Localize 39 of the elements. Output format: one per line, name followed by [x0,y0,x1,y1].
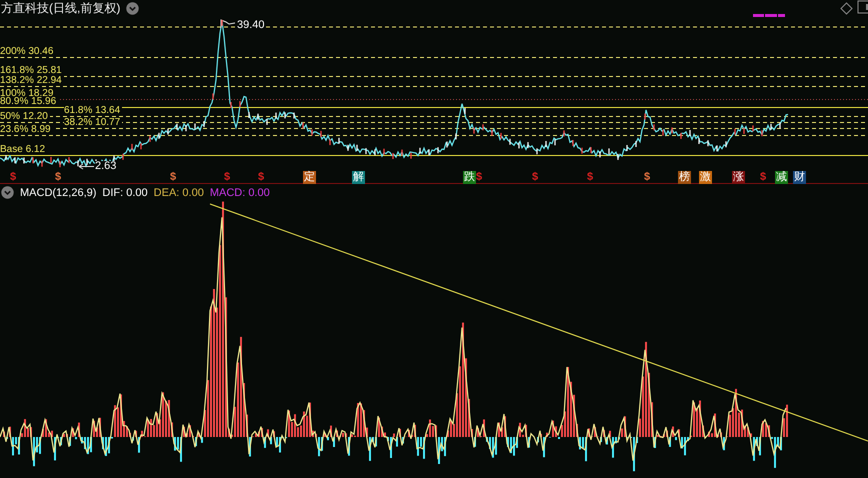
event-tag[interactable]: 解 [352,171,365,184]
dividend-marker[interactable]: $ [258,171,264,184]
legend-icon [753,14,786,17]
event-tag[interactable]: 榜 [678,171,691,184]
dividend-marker[interactable]: $ [224,171,230,184]
dividend-marker[interactable]: $ [587,171,594,184]
chevron-down-icon[interactable] [1,186,14,199]
dividend-marker[interactable]: $ [760,171,766,184]
event-tag[interactable]: 财 [793,171,806,184]
panel-icon[interactable] [857,0,868,15]
dea-value: DEA: 0.00 [154,186,204,198]
fib-level-label: 161.8% 25.81 [0,66,64,76]
event-tag[interactable]: 激 [699,171,712,184]
high-price-label: 39.40 [237,20,265,31]
fib-level-label: Base 6.12 [0,145,48,155]
chevron-down-icon[interactable] [126,2,140,14]
dividend-marker[interactable]: $ [170,171,176,184]
dividend-marker[interactable]: $ [532,171,538,184]
fib-level-label: 23.6% 8.99 [0,125,53,135]
macd-value: MACD: 0.00 [210,186,270,198]
indicator-name: MACD(12,26,9) [20,186,96,198]
fib-level-label: 200% 30.46 [0,47,56,57]
fib-level-label: 50% 12.20 [0,112,50,122]
event-tag[interactable]: 涨 [732,171,745,184]
chart-title: 方直科技(日线,前复权) [1,0,120,16]
fib-level-label: 61.8% 13.64 [64,106,122,116]
event-tag[interactable]: 减 [775,171,788,184]
dividend-marker[interactable]: $ [476,171,482,184]
dividend-marker[interactable]: $ [55,171,62,184]
dividend-marker[interactable]: $ [10,171,16,184]
event-tag[interactable]: 跌 [463,171,476,184]
low-price-label: 2.63 [95,161,116,172]
dividend-marker[interactable]: $ [644,171,650,184]
dif-value: DIF: 0.00 [102,186,148,198]
diamond-icon[interactable] [840,2,853,15]
fib-level-label: 38.2% 10.77 [64,118,122,128]
event-tag[interactable]: 定 [303,171,316,184]
fib-level-label: 138.2% 22.94 [0,76,64,86]
fib-level-label: 80.9% 15.96 [0,97,58,107]
